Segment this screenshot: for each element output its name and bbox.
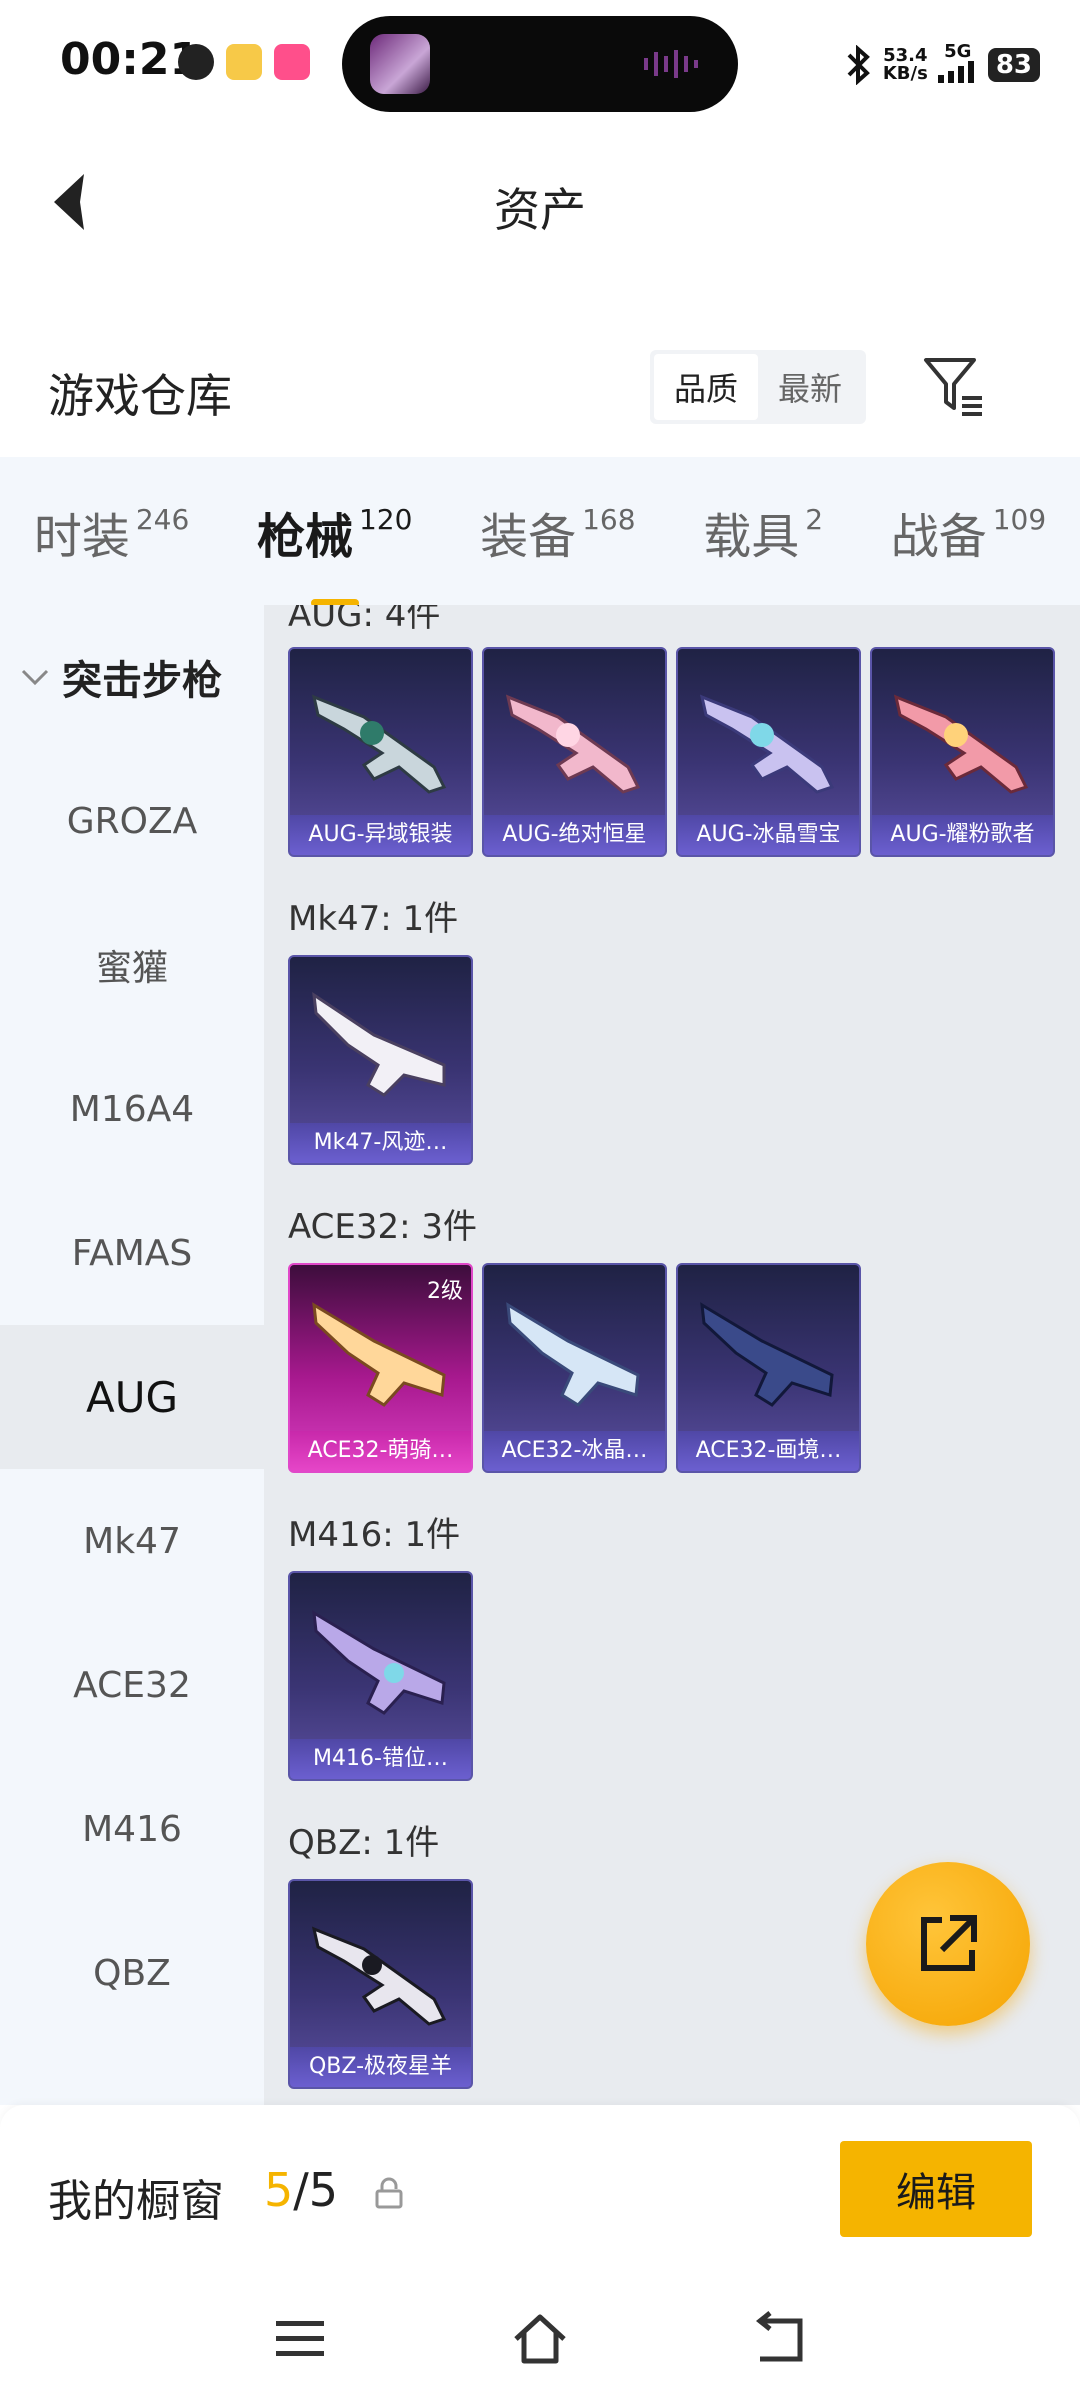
tab-fashion[interactable]: 时装 246 <box>34 497 189 567</box>
tab-vehicles[interactable]: 载具 2 <box>703 497 823 567</box>
weapon-name: ACE32-画境… <box>678 1431 859 1471</box>
tab-firearms[interactable]: 枪械 120 <box>257 497 412 607</box>
warehouse-section-header: 游戏仓库 品质 最新 <box>0 330 1080 450</box>
lock-icon <box>375 2177 403 2209</box>
rifle-icon <box>893 694 1029 794</box>
sidebar-item-mk47[interactable]: Mk47 <box>0 1469 264 1613</box>
weapon-name: AUG-绝对恒星 <box>484 815 665 855</box>
app-notification-icon <box>226 44 262 80</box>
sidebar-item-m416[interactable]: M416 <box>0 1757 264 1901</box>
menu-icon[interactable] <box>270 2309 330 2369</box>
app-notification-icon <box>274 44 310 80</box>
home-icon[interactable] <box>510 2309 570 2369</box>
back-nav-icon[interactable] <box>750 2309 810 2369</box>
weapon-name: AUG-异域银装 <box>290 815 471 855</box>
showcase-bar: 我的橱窗 5/5 编辑 <box>0 2105 1080 2285</box>
sidebar-item-m16a4[interactable]: M16A4 <box>0 1037 264 1181</box>
group-label-m416: M416: 1件 <box>288 1515 461 1555</box>
weapon-sidebar: 突击步枪 GROZA 蜜獾 M16A4 FAMAS AUG Mk47 ACE32… <box>0 605 264 2105</box>
weapon-card[interactable]: AUG-冰晶雪宝 <box>676 647 861 857</box>
weapon-card[interactable]: ACE32-冰晶… <box>482 1263 667 1473</box>
rifle-icon <box>312 991 446 1097</box>
weapon-name: M416-错位… <box>290 1739 471 1779</box>
sidebar-item-famas[interactable]: FAMAS <box>0 1181 264 1325</box>
weapon-name: AUG-耀粉歌者 <box>872 815 1053 855</box>
tab-equipment[interactable]: 装备 168 <box>480 497 635 567</box>
group-label-mk47: Mk47: 1件 <box>288 899 459 939</box>
share-icon <box>921 1915 977 1971</box>
weapon-card[interactable]: ACE32-画境… <box>676 1263 861 1473</box>
share-fab[interactable] <box>866 1862 1030 2026</box>
edit-button[interactable]: 编辑 <box>840 2141 1032 2237</box>
weapon-name: ACE32-萌骑… <box>290 1431 471 1471</box>
weapon-name: ACE32-冰晶… <box>484 1431 665 1471</box>
dynamic-island[interactable] <box>342 16 738 112</box>
tab-supplies[interactable]: 战备 109 <box>891 497 1046 567</box>
section-title: 游戏仓库 <box>48 369 232 423</box>
showcase-count: 5/5 <box>264 2163 339 2217</box>
sidebar-item-qbz[interactable]: QBZ <box>0 1901 264 2045</box>
weapon-card[interactable]: AUG-耀粉歌者 <box>870 647 1055 857</box>
weapon-card[interactable]: AUG-绝对恒星 <box>482 647 667 857</box>
sidebar-item-aug[interactable]: AUG <box>0 1325 264 1469</box>
app-root: { "status_bar": { "time": "00:21", "net_… <box>0 0 1080 2400</box>
weapon-name: QBZ-极夜星羊 <box>290 2047 471 2087</box>
audio-wave-icon <box>644 50 698 78</box>
media-thumbnail <box>370 34 430 94</box>
rifle-icon <box>312 1610 446 1715</box>
status-bar: 00:21 53.4 KB/s 5G 83 <box>0 0 1080 130</box>
weapon-name: Mk47-风迹… <box>290 1123 471 1163</box>
group-label-qbz: QBZ: 1件 <box>288 1823 440 1863</box>
category-tabs: 时装 246 枪械 120 装备 168 载具 2 战备 109 <box>0 457 1080 607</box>
signal-icon <box>937 61 974 83</box>
rifle-icon <box>505 694 641 794</box>
page-header: 资产 <box>0 140 1080 260</box>
chevron-down-icon <box>21 669 49 686</box>
rifle-icon <box>506 1302 640 1407</box>
sidebar-item-groza[interactable]: GROZA <box>0 749 264 893</box>
net-speed: 53.4 KB/s <box>882 45 928 84</box>
rifle-icon <box>311 1926 447 2026</box>
rifle-icon <box>700 1302 834 1407</box>
page-title: 资产 <box>494 183 586 237</box>
weapon-card[interactable]: Mk47-风迹… <box>288 955 473 1165</box>
app-notification-icon <box>178 44 214 80</box>
group-label-ace32: ACE32: 3件 <box>288 1207 478 1247</box>
signal-indicator: 5G <box>937 43 978 87</box>
sidebar-item-honey-badger[interactable]: 蜜獾 <box>0 893 264 1037</box>
weapon-name: AUG-冰晶雪宝 <box>678 815 859 855</box>
sort-quality-button[interactable]: 品质 <box>654 354 758 420</box>
weapon-card[interactable]: QBZ-极夜星羊 <box>288 1879 473 2089</box>
weapon-card[interactable]: AUG-异域银装 <box>288 647 473 857</box>
rifle-icon <box>699 694 835 794</box>
status-right: 53.4 KB/s 5G 83 <box>843 40 1040 90</box>
weapon-card[interactable]: 2级 ACE32-萌骑… <box>288 1263 473 1473</box>
sidebar-group-assault-rifle[interactable]: 突击步枪 <box>0 605 264 749</box>
battery-indicator: 83 <box>987 48 1040 82</box>
system-nav-bar <box>0 2285 1080 2400</box>
showcase-label: 我的橱窗 <box>48 2176 224 2227</box>
filter-icon[interactable] <box>922 354 986 418</box>
bluetooth-icon <box>847 45 870 85</box>
sort-newest-button[interactable]: 最新 <box>758 354 862 420</box>
sort-toggle: 品质 最新 <box>650 350 866 424</box>
rifle-icon <box>311 694 447 794</box>
rifle-icon <box>312 1302 446 1407</box>
sidebar-item-ace32[interactable]: ACE32 <box>0 1613 264 1757</box>
weapon-card[interactable]: M416-错位… <box>288 1571 473 1781</box>
group-label-aug: AUG: 4件 <box>288 605 441 635</box>
